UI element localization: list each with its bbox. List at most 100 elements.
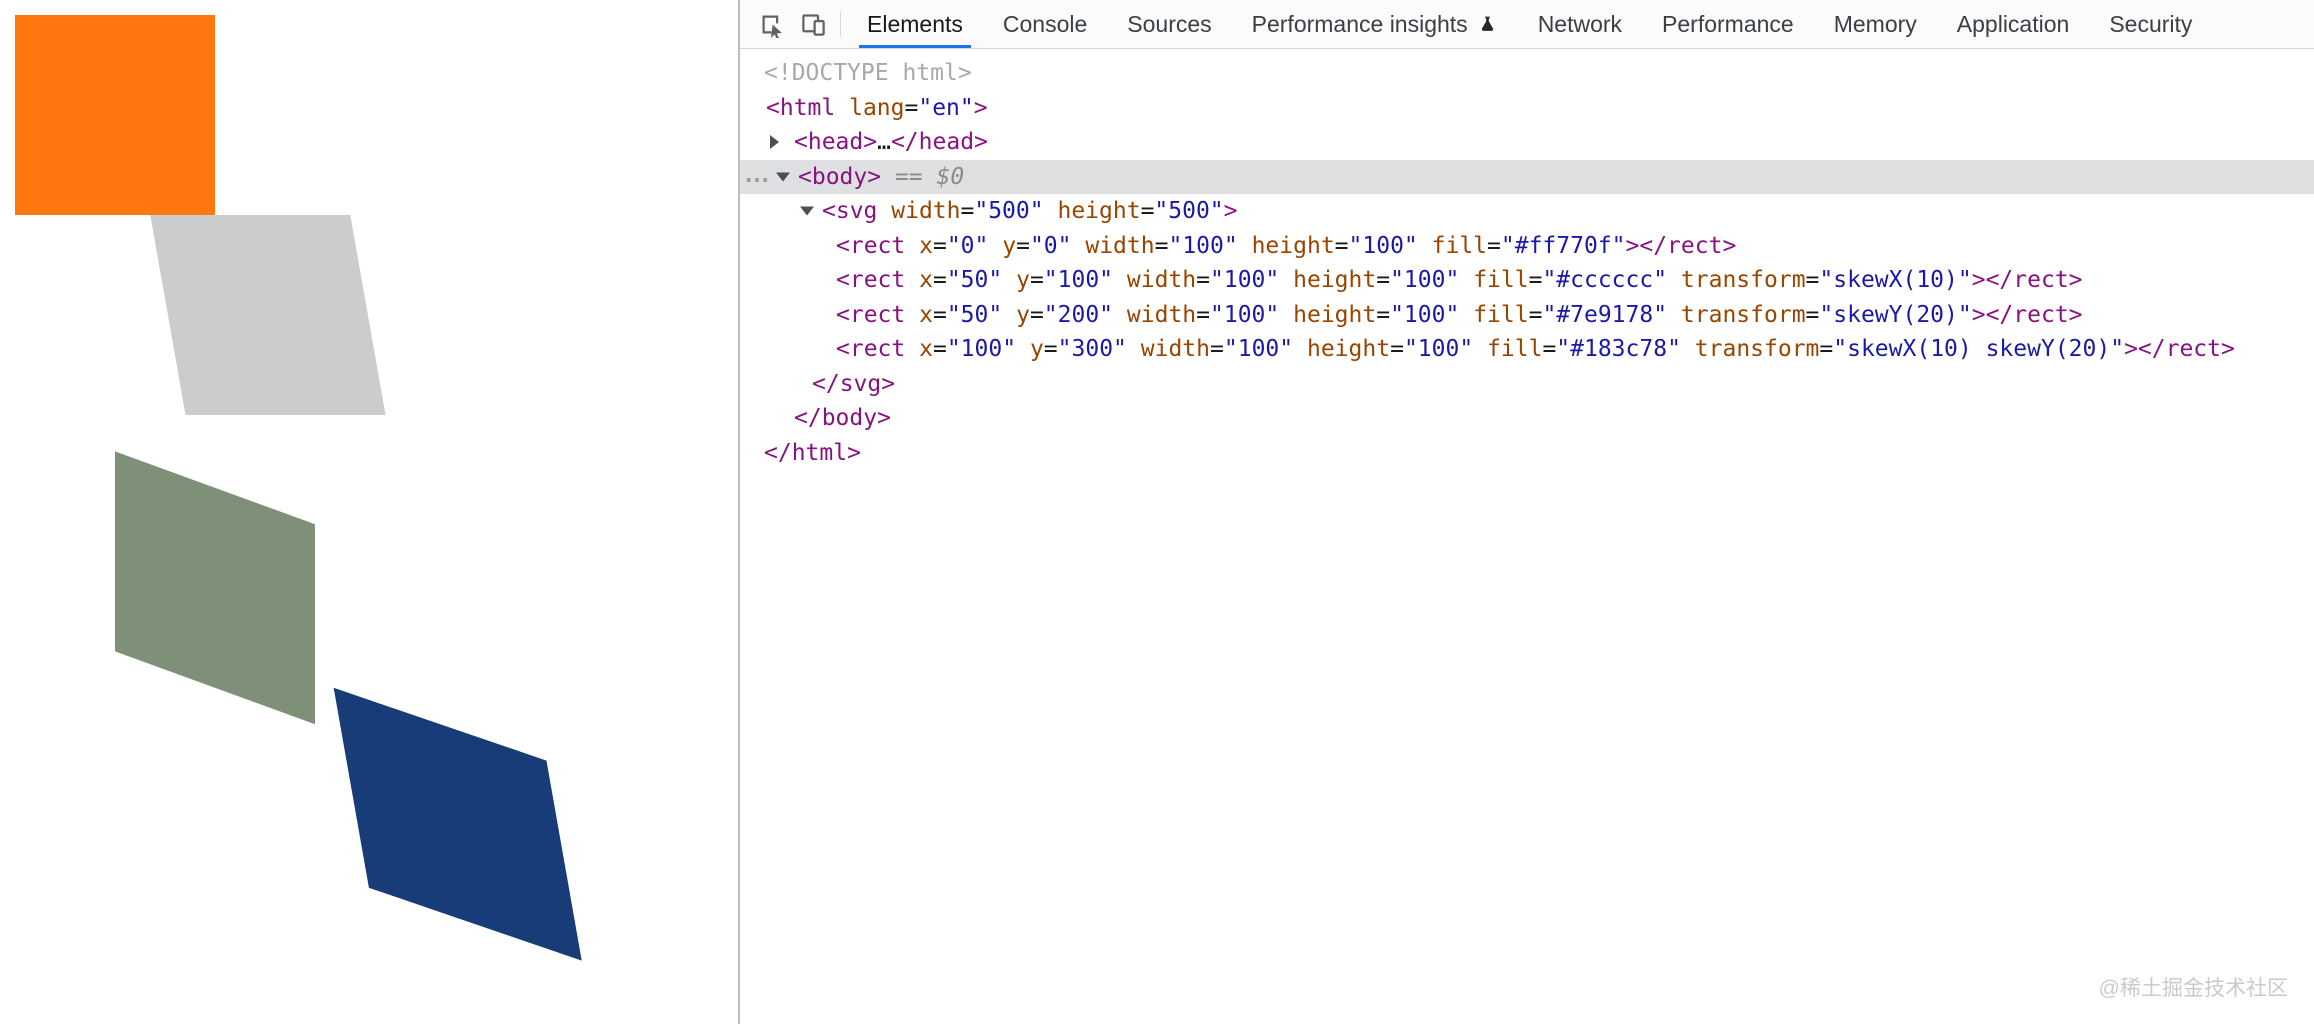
- code-token: x: [919, 301, 933, 328]
- collapse-arrow-icon[interactable]: [776, 172, 790, 182]
- code-token: =: [1016, 232, 1030, 259]
- tab-application[interactable]: Application: [1937, 0, 2090, 48]
- code-token: =: [1819, 336, 1834, 362]
- code-token: =: [1376, 267, 1391, 293]
- tab-network[interactable]: Network: [1518, 0, 1642, 48]
- more-actions-icon[interactable]: …: [744, 156, 771, 191]
- code-token: "en": [918, 94, 974, 121]
- svg-rect: [115, 451, 315, 725]
- device-toolbar-button[interactable]: [792, 0, 834, 48]
- tab-security[interactable]: Security: [2089, 0, 2212, 48]
- code-line[interactable]: <!DOCTYPE html>: [740, 56, 2314, 91]
- code-token: "100": [1390, 267, 1460, 293]
- code-token: =: [1528, 267, 1543, 293]
- tab-elements[interactable]: Elements: [847, 0, 983, 48]
- code-token: "#183c78": [1556, 336, 1681, 362]
- tab-sources[interactable]: Sources: [1107, 0, 1231, 48]
- code-line[interactable]: <rect x="50" y="200" width="100" height=…: [740, 298, 2314, 333]
- code-line[interactable]: <rect x="50" y="100" width="100" height=…: [740, 263, 2314, 298]
- code-token: height: [1057, 198, 1141, 224]
- tab-label: Sources: [1127, 10, 1212, 37]
- code-token: "0": [1029, 232, 1072, 259]
- code-token: fill: [1487, 336, 1543, 362]
- code-token: fill: [1473, 301, 1529, 328]
- code-line[interactable]: <html lang="en">: [740, 91, 2314, 126]
- code-token: "50": [946, 301, 1003, 328]
- code-token: lang: [849, 94, 905, 121]
- code-token: >: [973, 94, 988, 121]
- devtools-panel: Elements Console Sources Performance insigh…: [738, 0, 2314, 1024]
- code-token: =: [1140, 198, 1155, 224]
- code-token: </body>: [794, 405, 891, 431]
- code-token: =: [960, 198, 975, 224]
- code-token: fill: [1431, 232, 1488, 259]
- panel-tabs: Elements Console Sources Performance insigh…: [847, 0, 2314, 48]
- code-token: </head>: [890, 129, 988, 155]
- code-token: <body>: [798, 163, 882, 190]
- code-token: "500": [974, 198, 1044, 224]
- code-token: "100": [1210, 301, 1280, 328]
- code-line[interactable]: <rect x="0" y="0" width="100" height="10…: [740, 229, 2314, 264]
- tab-performance[interactable]: Performance: [1642, 0, 1814, 48]
- code-token: ></rect>: [1971, 301, 2083, 328]
- code-token: =: [1154, 232, 1169, 259]
- code-token: "100": [1043, 267, 1114, 293]
- code-token: <rect: [836, 267, 906, 293]
- code-line[interactable]: <svg width="500" height="500">: [740, 194, 2314, 229]
- tab-memory[interactable]: Memory: [1814, 0, 1937, 48]
- code-token: "500": [1154, 198, 1224, 224]
- code-token: y: [1016, 267, 1030, 293]
- tab-performance-insights[interactable]: Performance insights: [1232, 0, 1518, 48]
- code-token: >: [1223, 198, 1238, 224]
- flask-icon: [1477, 14, 1498, 35]
- code-line[interactable]: <head>…</head>: [740, 125, 2314, 160]
- inspect-icon: [762, 15, 782, 38]
- code-token: =: [1805, 267, 1820, 293]
- expand-arrow-icon[interactable]: [770, 135, 779, 150]
- code-token: =: [904, 94, 919, 121]
- tab-label: Application: [1956, 10, 2070, 37]
- code-token: "100": [1210, 267, 1280, 293]
- code-token: "0": [946, 232, 989, 259]
- code-token: transform: [1680, 267, 1806, 293]
- code-token: =: [1334, 232, 1349, 259]
- code-line[interactable]: … <body> == $0: [740, 158, 2314, 194]
- dom-tree: <!DOCTYPE html> <html lang="en"> <head>…</…: [740, 49, 2314, 470]
- inspect-button[interactable]: [750, 0, 792, 48]
- code-token: width: [1126, 301, 1197, 328]
- tab-label: Performance insights: [1251, 10, 1468, 37]
- code-line[interactable]: <rect x="100" y="300" width="100" height…: [740, 332, 2314, 367]
- code-token: width: [1126, 267, 1197, 293]
- code-token: =: [1376, 301, 1391, 328]
- tab-console[interactable]: Console: [983, 0, 1107, 48]
- collapse-arrow-icon[interactable]: [800, 206, 814, 216]
- svg-rect: [150, 215, 386, 415]
- screenshot-root: Elements Console Sources Performance insigh…: [0, 0, 2314, 1024]
- code-token: =: [1542, 336, 1557, 362]
- code-line[interactable]: </html>: [740, 436, 2314, 471]
- code-token: ></rect>: [1971, 267, 2083, 293]
- code-token: $0: [936, 163, 965, 190]
- code-line[interactable]: </svg>: [740, 367, 2314, 402]
- tab-label: Memory: [1833, 10, 1917, 37]
- devtools-toolbar: Elements Console Sources Performance insigh…: [740, 0, 2314, 49]
- code-line[interactable]: </body>: [740, 401, 2314, 436]
- code-token: …: [877, 129, 891, 155]
- code-token: =: [1528, 301, 1543, 328]
- code-token: "100": [1223, 336, 1294, 362]
- code-token: transform: [1680, 301, 1806, 328]
- code-token: <!DOCTYPE html>: [764, 60, 972, 86]
- svg-canvas: [15, 15, 582, 961]
